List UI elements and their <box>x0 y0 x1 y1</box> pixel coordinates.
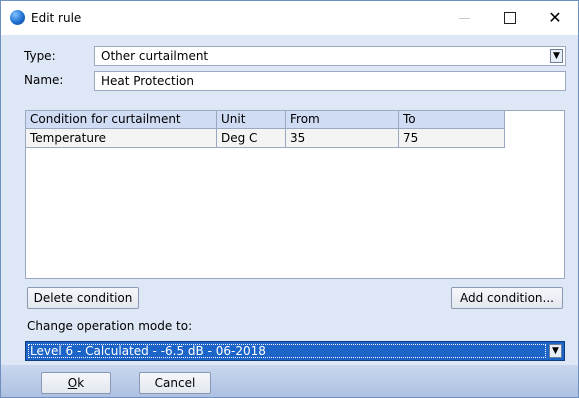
edit-rule-dialog: Edit rule ✕ Type: Other curtailment ▼ Na… <box>0 0 579 398</box>
cancel-button[interactable]: Cancel <box>139 372 211 394</box>
type-label: Type: <box>24 49 56 63</box>
window-title: Edit rule <box>31 11 82 25</box>
column-header-unit[interactable]: Unit <box>217 111 286 129</box>
title-bar: Edit rule ✕ <box>1 1 578 35</box>
button-bar: Ok Cancel <box>1 365 578 397</box>
minimize-icon <box>458 17 470 19</box>
mode-label: Change operation mode to: <box>27 319 193 333</box>
cell-from[interactable]: 35 <box>286 129 399 148</box>
column-header-from[interactable]: From <box>286 111 399 129</box>
ok-mnemonic: O <box>67 376 78 390</box>
table-header: Condition for curtailment Unit From To <box>26 111 505 129</box>
table-row[interactable]: Temperature Deg C 35 75 <box>26 129 505 148</box>
type-dropdown[interactable]: Other curtailment ▼ <box>94 46 566 66</box>
chevron-down-icon[interactable]: ▼ <box>550 49 563 63</box>
maximize-icon <box>504 12 516 24</box>
type-value: Other curtailment <box>101 49 209 63</box>
operation-mode-dropdown[interactable]: Level 6 - Calculated - -6.5 dB - 06-2018… <box>25 341 565 361</box>
column-header-to[interactable]: To <box>399 111 505 129</box>
name-label: Name: <box>24 73 64 87</box>
ok-button[interactable]: Ok <box>41 372 111 394</box>
column-header-condition[interactable]: Condition for curtailment <box>26 111 217 129</box>
name-value: Heat Protection <box>101 74 194 88</box>
delete-condition-button[interactable]: Delete condition <box>27 287 139 309</box>
add-condition-button[interactable]: Add condition... <box>451 287 563 309</box>
minimize-button[interactable] <box>441 1 487 35</box>
maximize-button[interactable] <box>487 1 533 35</box>
cell-to[interactable]: 75 <box>399 129 505 148</box>
close-button[interactable]: ✕ <box>532 1 578 35</box>
name-input[interactable]: Heat Protection <box>94 71 566 91</box>
focus-rectangle <box>28 344 546 358</box>
globe-icon <box>10 10 25 25</box>
conditions-table[interactable]: Condition for curtailment Unit From To T… <box>25 110 565 279</box>
close-icon: ✕ <box>548 8 562 27</box>
cell-unit[interactable]: Deg C <box>217 129 286 148</box>
chevron-down-icon[interactable]: ▼ <box>549 344 562 358</box>
cell-condition[interactable]: Temperature <box>26 129 217 148</box>
ok-label-rest: k <box>77 376 85 390</box>
